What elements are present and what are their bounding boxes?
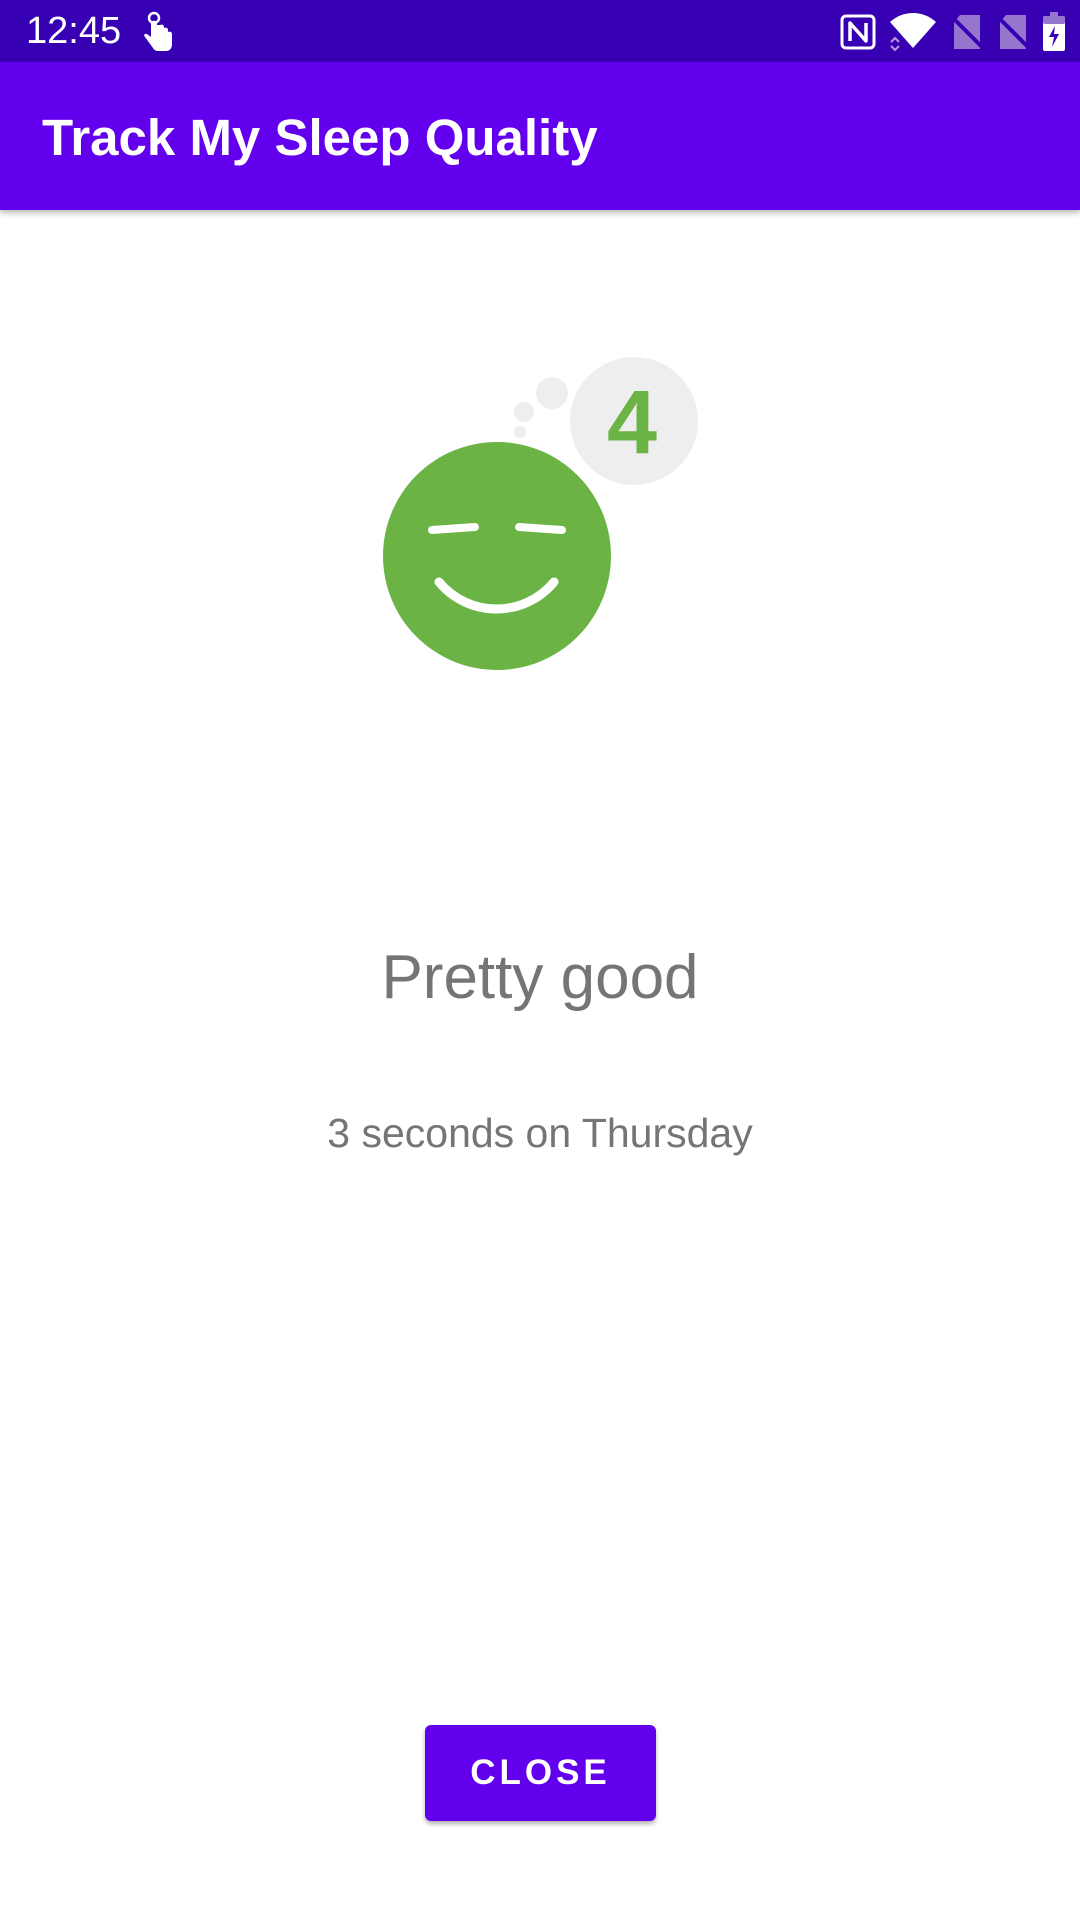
touch-icon	[138, 11, 176, 53]
status-time: 12:45	[26, 10, 122, 52]
wifi-icon	[888, 12, 938, 52]
sleep-duration-label: 3 seconds on Thursday	[327, 1110, 753, 1156]
no-sim-icon	[996, 13, 1030, 51]
sleep-quality-label: Pretty good	[381, 943, 699, 1012]
rating-number: 4	[607, 373, 657, 473]
app-bar: Track My Sleep Quality	[0, 62, 1080, 210]
app-title: Track My Sleep Quality	[42, 109, 598, 166]
status-bar: 12:45	[0, 0, 1080, 62]
smiling-face-icon	[383, 442, 611, 670]
sleep-quality-image: 4	[374, 350, 714, 680]
thought-bubbles-icon	[514, 377, 568, 438]
rating-badge: 4	[570, 357, 698, 485]
nfc-icon	[840, 14, 876, 50]
status-icons	[840, 11, 1066, 53]
no-sim-icon	[950, 13, 984, 51]
close-button[interactable]: CLOSE	[425, 1725, 656, 1821]
battery-charging-icon	[1042, 12, 1066, 52]
